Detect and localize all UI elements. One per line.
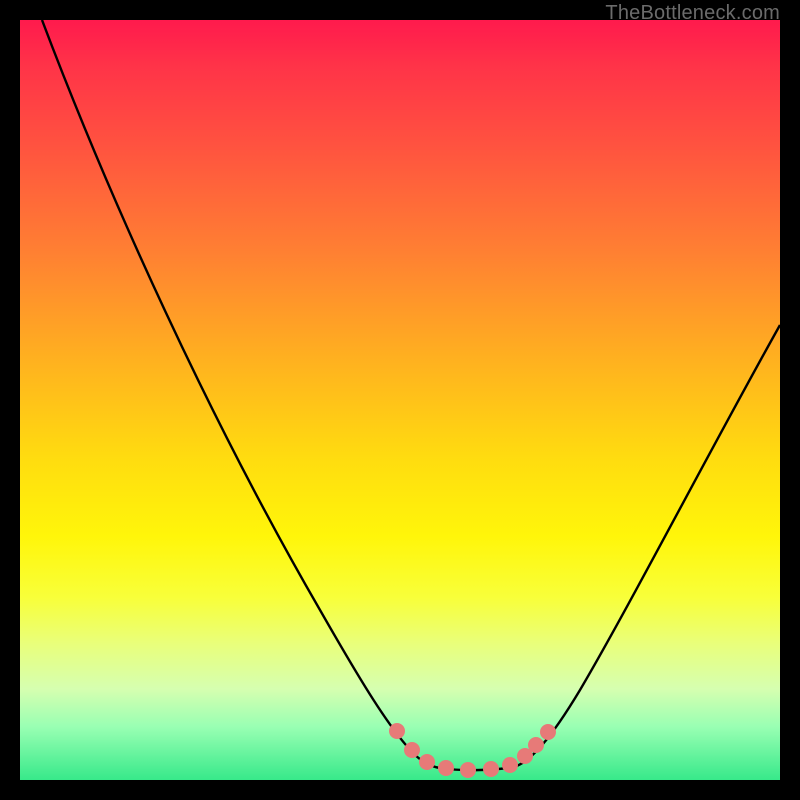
marker-dot [461,763,476,778]
marker-dot [518,749,533,764]
bottleneck-curve-left [42,20,440,768]
marker-dot [390,724,405,739]
marker-dot [529,738,544,753]
marker-dot [484,762,499,777]
marker-dot [503,758,518,773]
marker-dot [439,761,454,776]
chart-svg [20,20,780,780]
marker-dot [541,725,556,740]
curve-group [42,20,780,770]
bottleneck-curve-right [514,325,780,767]
marker-group [390,724,556,778]
marker-dot [420,755,435,770]
chart-frame: TheBottleneck.com [0,0,800,800]
plot-area [20,20,780,780]
marker-dot [405,743,420,758]
